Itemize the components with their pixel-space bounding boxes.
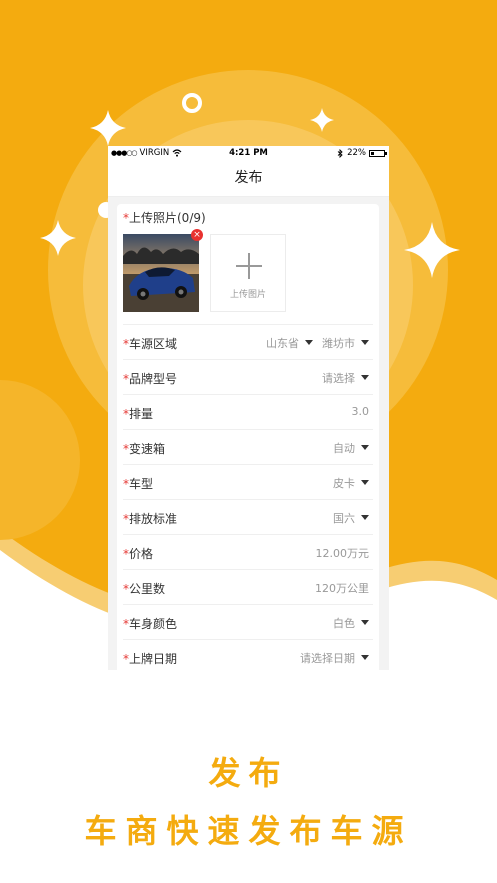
car-photo <box>123 234 199 312</box>
car-photo-thumbnail[interactable] <box>123 234 199 312</box>
row-brand-model[interactable]: *品牌型号 请选择 <box>123 359 373 394</box>
publish-form: *上传照片(0/9) × 上传图片 *车源区域 山东省 潍坊市 *品牌型号 请选… <box>117 204 379 670</box>
bluetooth-icon <box>337 148 343 158</box>
battery-percent: 22% <box>347 148 366 158</box>
page-title: 发布 <box>108 160 389 197</box>
plus-icon <box>236 253 262 279</box>
mileage-input[interactable]: 120万公里 <box>315 580 369 596</box>
mileage-label: 公里数 <box>129 582 166 596</box>
registration-date-select[interactable]: 请选择日期 <box>300 650 355 666</box>
chevron-down-icon <box>361 480 369 485</box>
emission-standard-select[interactable]: 国六 <box>333 510 355 526</box>
chevron-down-icon <box>361 375 369 380</box>
displacement-label: 排量 <box>129 407 154 421</box>
phone-screen: ●●●○○ VIRGIN 4:21 PM 22% 发布 *上传照片(0/9) ×… <box>108 146 389 670</box>
upload-photo-label: 上传图片 <box>229 290 266 300</box>
promo-tagline: 车商快速发布车源 <box>84 812 413 850</box>
row-vehicle-type[interactable]: *车型 皮卡 <box>123 464 373 499</box>
body-color-select[interactable]: 白色 <box>333 615 355 631</box>
photo-section-title: *上传照片(0/9) <box>123 209 206 226</box>
emission-standard-label: 排放标准 <box>129 512 178 526</box>
promo-headline: 发布 <box>208 754 289 792</box>
price-label: 价格 <box>129 547 154 561</box>
battery-level <box>371 151 374 155</box>
row-region[interactable]: *车源区域 山东省 潍坊市 <box>123 324 373 359</box>
row-body-color[interactable]: *车身颜色 白色 <box>123 604 373 639</box>
chevron-down-icon <box>305 340 313 345</box>
city-select[interactable]: 潍坊市 <box>322 335 355 351</box>
chevron-down-icon <box>361 445 369 450</box>
row-displacement[interactable]: *排量 3.0 <box>123 394 373 429</box>
row-emission-standard[interactable]: *排放标准 国六 <box>123 499 373 534</box>
upload-photo-button[interactable]: 上传图片 <box>210 234 286 312</box>
status-bar: ●●●○○ VIRGIN 4:21 PM 22% <box>108 146 389 160</box>
vehicle-type-select[interactable]: 皮卡 <box>333 475 355 491</box>
displacement-input[interactable]: 3.0 <box>352 405 370 418</box>
body-color-label: 车身颜色 <box>129 617 178 631</box>
price-input[interactable]: 12.00万元 <box>316 545 370 561</box>
registration-date-label: 上牌日期 <box>129 652 178 666</box>
battery-icon <box>369 149 387 157</box>
chevron-down-icon <box>361 655 369 660</box>
row-registration-date[interactable]: *上牌日期 请选择日期 <box>123 639 373 670</box>
row-mileage[interactable]: *公里数 120万公里 <box>123 569 373 604</box>
province-select[interactable]: 山东省 <box>266 335 299 351</box>
delete-photo-icon[interactable]: × <box>191 229 203 241</box>
transmission-label: 变速箱 <box>129 442 166 456</box>
row-transmission[interactable]: *变速箱 自动 <box>123 429 373 464</box>
photo-section-label: 上传照片(0/9) <box>129 211 206 225</box>
brand-model-select[interactable]: 请选择 <box>322 370 355 386</box>
row-price[interactable]: *价格 12.00万元 <box>123 534 373 569</box>
chevron-down-icon <box>361 620 369 625</box>
transmission-select[interactable]: 自动 <box>333 440 355 456</box>
chevron-down-icon <box>361 515 369 520</box>
brand-model-label: 品牌型号 <box>129 372 178 386</box>
region-label: 车源区域 <box>129 337 178 351</box>
chevron-down-icon <box>361 340 369 345</box>
vehicle-type-label: 车型 <box>129 477 154 491</box>
